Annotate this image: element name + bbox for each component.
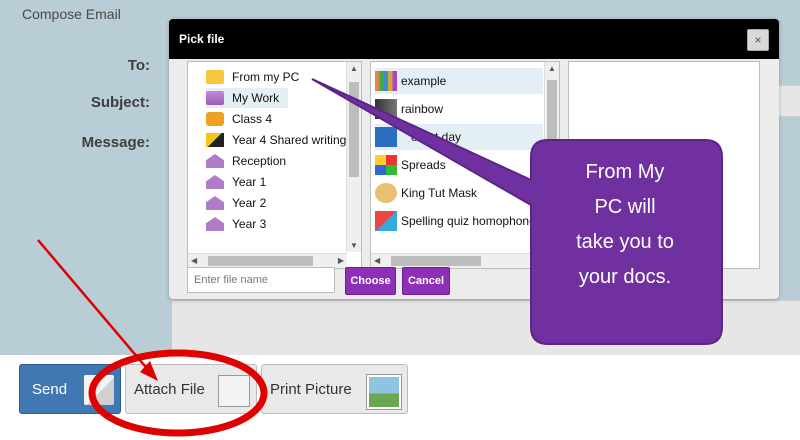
image-thumbnail-icon (375, 71, 397, 91)
file-item-rainbow[interactable]: rainbow (375, 96, 543, 122)
folder-item-year-4-shared-writing[interactable]: Year 4 Shared writing (206, 130, 346, 150)
folder-label: Year 2 (232, 196, 267, 210)
house-icon (206, 154, 224, 168)
house-icon (206, 196, 224, 210)
attach-label: Attach File (134, 380, 205, 398)
paint-picture-button[interactable]: Print Picture (261, 364, 408, 414)
folder-item-my-work[interactable]: My Work (206, 88, 288, 108)
spreadsheet-icon (375, 155, 397, 175)
callout-line: your docs. (578, 266, 672, 288)
dialog-title: Pick file (179, 32, 225, 46)
file-item-example[interactable]: example (375, 68, 543, 94)
folder-label: Class 4 (232, 112, 273, 126)
send-label: Send (32, 380, 68, 398)
subject-label: Subject: (90, 94, 150, 111)
send-button[interactable]: Send (19, 364, 121, 414)
people-icon (206, 112, 224, 126)
folder-label: My Work (232, 91, 280, 105)
pencil-icon (206, 133, 224, 147)
file-label: ernet day (411, 130, 462, 144)
image-thumbnail-icon (375, 99, 397, 119)
file-item-spreadsheet[interactable]: Spreads (375, 152, 543, 178)
file-label: Spreads (401, 158, 446, 172)
compose-title: Compose Email (22, 6, 121, 22)
file-item-spelling-quiz[interactable]: Spelling quiz homophone (375, 208, 543, 234)
file-label: Spelling quiz homophone (401, 214, 536, 228)
folder-item-year-3[interactable]: Year 3 (206, 214, 346, 234)
folder-label: Year 1 (232, 175, 267, 189)
to-label: To: (127, 57, 150, 74)
file-label: rainbow (401, 102, 444, 116)
file-list[interactable]: example rainbow ernet day Spreads King T… (370, 61, 560, 269)
close-icon[interactable]: × (747, 29, 769, 51)
file-item-internet-day[interactable]: ernet day (375, 124, 543, 150)
file-label: example (401, 74, 447, 88)
callout-line: From My (585, 161, 665, 183)
message-field[interactable] (172, 300, 800, 356)
envelope-icon (84, 375, 114, 405)
folder-person-icon (206, 91, 224, 105)
callout-line: take you to (576, 231, 674, 253)
paperclip-icon (218, 375, 250, 407)
callout-line: PC will (594, 196, 656, 218)
folder-item-class-4[interactable]: Class 4 (206, 109, 346, 129)
message-label: Message: (81, 134, 150, 151)
file-item-king-tut-mask[interactable]: King Tut Mask (375, 180, 543, 206)
house-icon (206, 175, 224, 189)
attach-file-button[interactable]: Attach File (125, 364, 257, 414)
folder-label: Year 4 Shared writing (232, 133, 346, 147)
quiz-icon (375, 211, 397, 231)
folder-item-reception[interactable]: Reception (206, 151, 346, 171)
folder-scrollbar-vertical[interactable]: ▲ ▼ (346, 62, 361, 252)
folder-item-year-2[interactable]: Year 2 (206, 193, 346, 213)
file-scrollbar-horizontal[interactable]: ◀ (371, 253, 545, 268)
dialog-header: Pick file × (169, 19, 779, 59)
folder-scrollbar-horizontal[interactable]: ◀ ▶ (188, 253, 347, 268)
print-label: Print Picture (270, 380, 352, 398)
document-icon (375, 127, 397, 147)
folder-item-year-1[interactable]: Year 1 (206, 172, 346, 192)
picture-icon (366, 374, 402, 410)
file-label: King Tut Mask (401, 186, 478, 200)
house-icon (206, 217, 224, 231)
mask-icon (375, 183, 397, 203)
folder-list[interactable]: From my PC My Work Class 4 Year 4 Shared… (187, 61, 362, 269)
folder-icon (206, 70, 224, 84)
folder-label: Year 3 (232, 217, 267, 231)
folder-label: Reception (232, 154, 287, 168)
choose-button[interactable]: Choose (345, 267, 396, 295)
cancel-button[interactable]: Cancel (402, 267, 450, 295)
folder-label: From my PC (232, 70, 300, 84)
file-name-input[interactable] (187, 267, 335, 293)
callout-text: From My PC will take you to your docs. (535, 155, 715, 295)
folder-item-from-my-pc[interactable]: From my PC (206, 67, 346, 87)
